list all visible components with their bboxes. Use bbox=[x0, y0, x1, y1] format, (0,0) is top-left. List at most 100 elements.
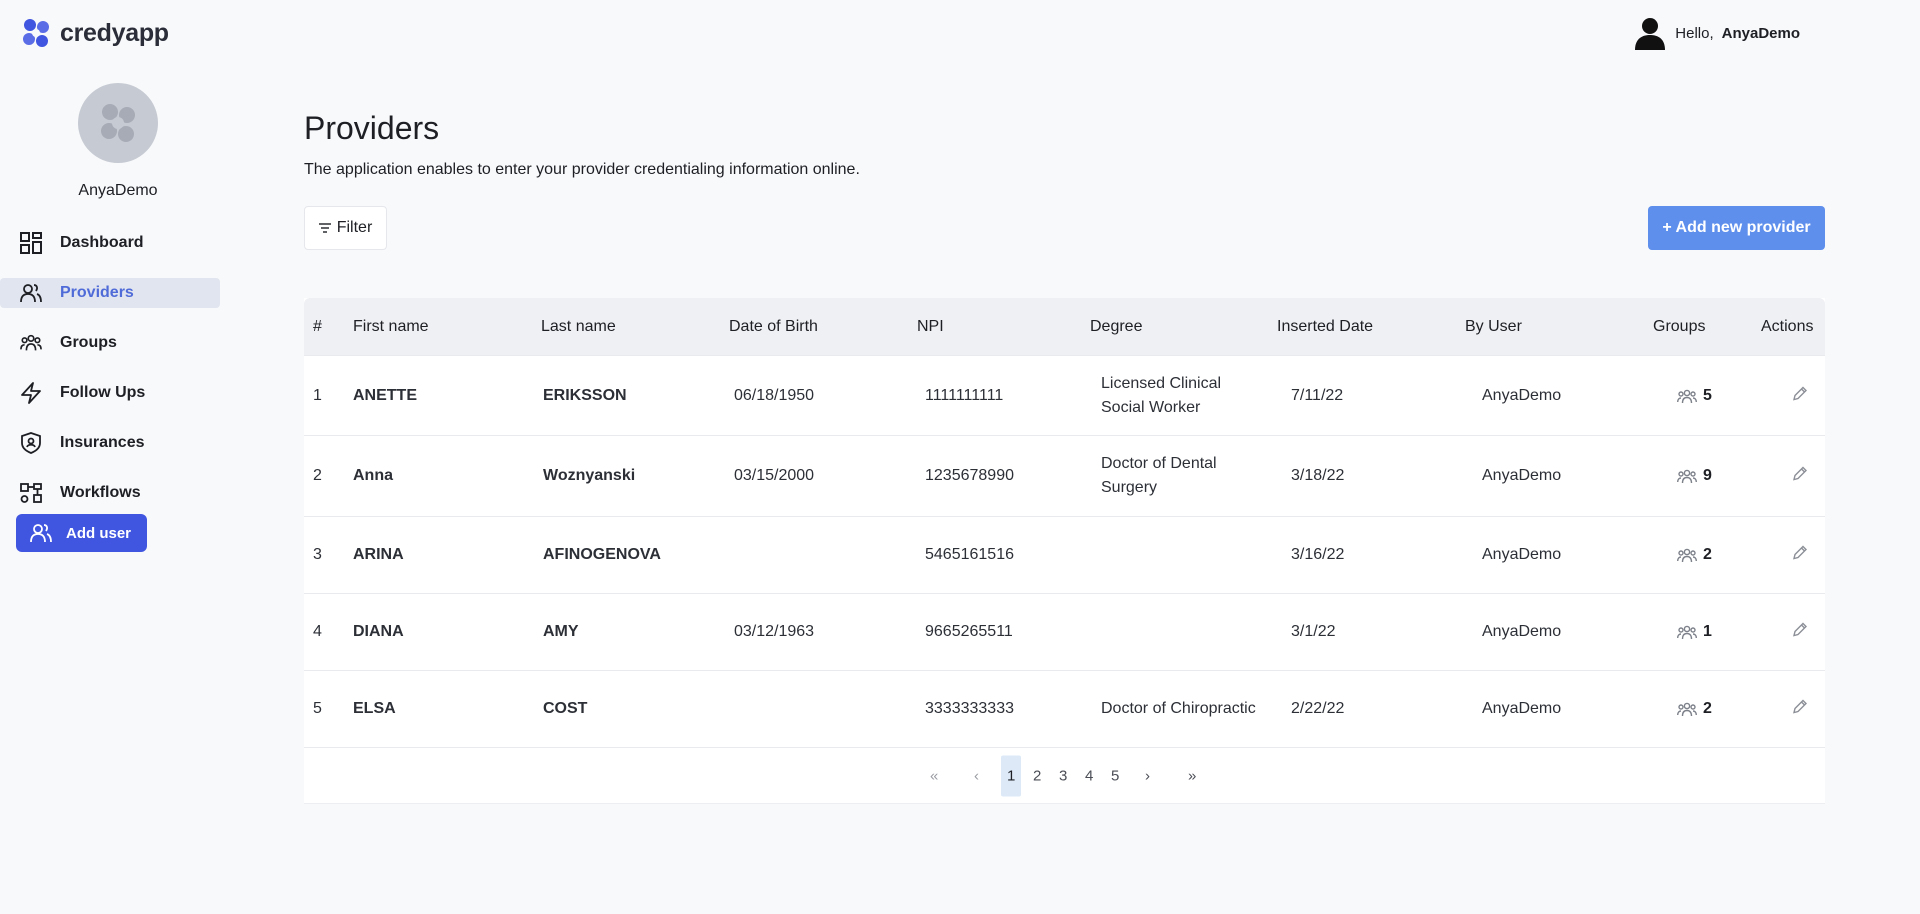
column-header-number[interactable]: # bbox=[313, 318, 322, 336]
inserted-date-cell: 3/16/22 bbox=[1291, 546, 1345, 563]
first-name-cell: ARINA bbox=[353, 546, 404, 563]
table-row[interactable]: 2 Anna Woznyanski 03/15/2000 1235678990 … bbox=[304, 435, 1825, 516]
edit-icon[interactable] bbox=[1792, 466, 1808, 487]
brand-name: credyapp bbox=[60, 18, 169, 47]
dob-cell: 03/15/2000 bbox=[734, 467, 815, 484]
edit-icon[interactable] bbox=[1792, 699, 1808, 720]
column-header-by-user[interactable]: By User bbox=[1465, 318, 1522, 336]
sidebar-item-label: Providers bbox=[60, 284, 134, 301]
inserted-date-cell: 3/1/22 bbox=[1291, 623, 1336, 640]
add-new-provider-button[interactable]: + Add new provider bbox=[1648, 206, 1825, 250]
row-number: 2 bbox=[313, 467, 322, 484]
pagination-page-3[interactable]: 3 bbox=[1059, 767, 1067, 784]
add-user-button[interactable]: Add user bbox=[16, 514, 147, 552]
pagination-prev-button[interactable]: ‹ bbox=[974, 767, 979, 784]
header-user-name: AnyaDemo bbox=[1721, 24, 1800, 42]
npi-cell: 5465161516 bbox=[925, 546, 1014, 563]
table-row[interactable]: 3 ARINA AFINOGENOVA 5465161516 3/16/22 A… bbox=[304, 516, 1825, 593]
users-icon bbox=[20, 284, 42, 303]
row-number: 4 bbox=[313, 623, 322, 640]
by-user-cell: AnyaDemo bbox=[1482, 386, 1562, 404]
groups-count: 9 bbox=[1703, 467, 1712, 484]
filter-icon bbox=[318, 223, 331, 233]
dob-cell: 03/12/1963 bbox=[734, 623, 815, 640]
groups-icon bbox=[1677, 469, 1697, 484]
column-header-actions: Actions bbox=[1761, 317, 1814, 335]
column-header-last-name[interactable]: Last name bbox=[541, 318, 616, 336]
last-name-cell: Woznyanski bbox=[543, 467, 636, 484]
sidebar-item-groups[interactable]: Groups bbox=[0, 328, 220, 358]
inserted-date-cell: 7/11/22 bbox=[1291, 386, 1344, 404]
last-name-cell: COST bbox=[543, 700, 588, 717]
brand-logo[interactable]: credyapp bbox=[20, 17, 169, 49]
pagination: « ‹ 1 2 3 4 5 › » bbox=[304, 747, 1825, 803]
providers-table: # First name Last name Date of Birth NPI… bbox=[304, 298, 1825, 804]
pagination-first-button[interactable]: « bbox=[930, 767, 938, 784]
inserted-date-cell: 3/18/22 bbox=[1291, 467, 1345, 484]
groups-count: 1 bbox=[1703, 623, 1712, 640]
last-name-cell: AMY bbox=[543, 623, 579, 640]
groups-icon bbox=[1677, 548, 1697, 563]
row-number: 5 bbox=[313, 700, 322, 717]
user-silhouette-icon bbox=[1635, 18, 1666, 50]
sidebar-item-providers[interactable]: Providers bbox=[0, 278, 220, 308]
column-header-first-name[interactable]: First name bbox=[353, 318, 429, 336]
sidebar: AnyaDemo Dashboard Providers Groups Foll… bbox=[0, 80, 236, 528]
table-row[interactable]: 4 DIANA AMY 03/12/1963 9665265511 3/1/22… bbox=[304, 593, 1825, 670]
groups-icon bbox=[1677, 389, 1697, 403]
groups-cell[interactable]: 2 bbox=[1677, 700, 1712, 718]
npi-cell: 1111111111 bbox=[925, 386, 1004, 404]
edit-icon[interactable] bbox=[1792, 385, 1808, 406]
groups-cell[interactable]: 5 bbox=[1677, 387, 1712, 405]
sidebar-item-insurances[interactable]: Insurances bbox=[0, 428, 220, 458]
groups-cell[interactable]: 2 bbox=[1677, 546, 1712, 564]
column-header-degree[interactable]: Degree bbox=[1090, 318, 1142, 336]
sidebar-item-label: Dashboard bbox=[60, 234, 144, 251]
lightning-icon bbox=[21, 382, 41, 404]
npi-cell: 9665265511 bbox=[925, 623, 1013, 640]
pagination-page-1[interactable]: 1 bbox=[1001, 755, 1022, 796]
table-row[interactable]: 1 ANETTE ERIKSSON 06/18/1950 1111111111 … bbox=[304, 355, 1825, 435]
shield-icon bbox=[21, 432, 41, 454]
groups-icon bbox=[1677, 625, 1697, 640]
npi-cell: 3333333333 bbox=[925, 700, 1014, 717]
by-user-cell: AnyaDemo bbox=[1482, 467, 1562, 484]
sidebar-item-dashboard[interactable]: Dashboard bbox=[0, 228, 220, 258]
pagination-last-button[interactable]: » bbox=[1188, 767, 1196, 784]
sidebar-item-label: Insurances bbox=[60, 434, 145, 451]
by-user-cell: AnyaDemo bbox=[1482, 546, 1562, 563]
column-header-inserted-date[interactable]: Inserted Date bbox=[1277, 318, 1373, 336]
groups-cell[interactable]: 1 bbox=[1677, 623, 1712, 641]
column-header-date-of-birth[interactable]: Date of Birth bbox=[729, 318, 818, 336]
avatar-logo-icon bbox=[101, 104, 135, 142]
pagination-next-button[interactable]: › bbox=[1145, 767, 1150, 784]
sidebar-item-label: Groups bbox=[60, 334, 117, 351]
table-header: # First name Last name Date of Birth NPI… bbox=[304, 298, 1825, 355]
sidebar-item-label: Workflows bbox=[60, 484, 141, 501]
avatar[interactable] bbox=[78, 83, 158, 163]
inserted-date-cell: 2/22/22 bbox=[1291, 700, 1345, 717]
by-user-cell: AnyaDemo bbox=[1482, 700, 1562, 717]
filter-label: Filter bbox=[336, 219, 373, 236]
edit-icon[interactable] bbox=[1792, 545, 1808, 566]
by-user-cell: AnyaDemo bbox=[1482, 623, 1562, 640]
row-number: 3 bbox=[313, 546, 322, 563]
sidebar-item-label: Follow Ups bbox=[60, 384, 146, 401]
greeting-text: Hello, bbox=[1675, 24, 1714, 42]
add-user-icon bbox=[30, 524, 52, 543]
pagination-page-2[interactable]: 2 bbox=[1033, 767, 1041, 784]
sidebar-item-follow-ups[interactable]: Follow Ups bbox=[0, 378, 220, 408]
groups-cell[interactable]: 9 bbox=[1677, 467, 1712, 485]
table-row[interactable]: 5 ELSA COST 3333333333 Doctor of Chiropr… bbox=[304, 670, 1825, 747]
first-name-cell: Anna bbox=[353, 467, 393, 484]
dashboard-icon bbox=[20, 232, 42, 254]
first-name-cell: ELSA bbox=[353, 700, 396, 717]
column-header-groups[interactable]: Groups bbox=[1653, 318, 1705, 336]
column-header-npi[interactable]: NPI bbox=[917, 318, 944, 336]
sidebar-item-workflows[interactable]: Workflows bbox=[0, 478, 220, 508]
pagination-page-4[interactable]: 4 bbox=[1085, 767, 1093, 784]
edit-icon[interactable] bbox=[1792, 622, 1808, 643]
filter-button[interactable]: Filter bbox=[304, 206, 387, 250]
pagination-page-5[interactable]: 5 bbox=[1111, 767, 1119, 784]
user-menu[interactable]: Hello, AnyaDemo bbox=[1633, 16, 1800, 50]
